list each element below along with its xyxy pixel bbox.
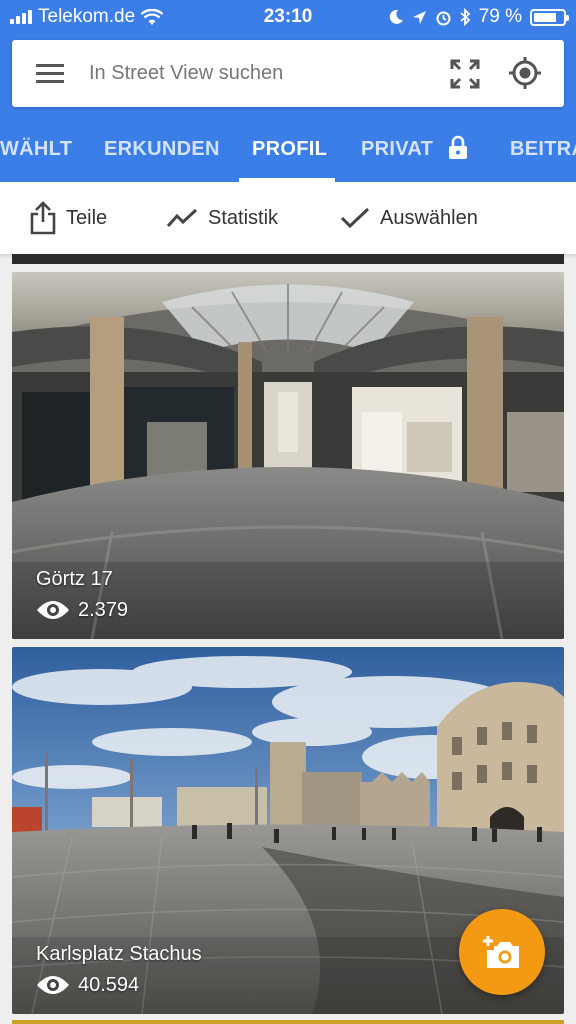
check-icon [340, 207, 370, 229]
status-bar: Telekom.de 23:10 79 % [0, 0, 576, 34]
tab-beitraege[interactable]: BEITRA [510, 138, 576, 161]
fullscreen-icon[interactable] [450, 59, 480, 89]
menu-icon[interactable] [36, 64, 64, 84]
view-count-value: 40.594 [78, 973, 140, 996]
eye-icon [37, 601, 69, 619]
battery-percent: 79 % [478, 6, 522, 27]
share-button[interactable]: Teile [30, 182, 107, 254]
tab-bar: WÄHLT ERKUNDEN PROFIL PRIVAT BEITRA [0, 116, 576, 182]
photo-title: Karlsplatz Stachus [36, 943, 202, 965]
add-photo-button[interactable] [459, 909, 545, 995]
share-icon [30, 201, 56, 235]
view-count: 40.594 [36, 973, 139, 997]
search-input[interactable]: In Street View suchen [89, 62, 283, 85]
photo-title: Görtz 17 [36, 568, 113, 590]
app-header: Telekom.de 23:10 79 % In Street View suc… [0, 0, 576, 182]
view-count-value: 2.379 [78, 598, 129, 621]
location-arrow-icon [412, 10, 426, 24]
search-bar[interactable]: In Street View suchen [12, 40, 564, 107]
next-card-edge [12, 1020, 564, 1024]
alarm-icon [436, 11, 451, 25]
statistics-label: Statistik [208, 206, 279, 229]
select-label: Auswählen [380, 206, 478, 229]
share-label: Teile [66, 206, 108, 229]
statistics-button[interactable]: Statistik [166, 182, 278, 254]
tab-profil[interactable]: PROFIL [252, 138, 327, 161]
tab-gewaehlt[interactable]: WÄHLT [0, 138, 72, 161]
status-right: 79 % [388, 6, 569, 28]
tab-erkunden[interactable]: ERKUNDEN [104, 138, 220, 161]
my-location-icon[interactable] [508, 56, 542, 90]
view-count: 2.379 [36, 598, 128, 622]
previous-card-edge [12, 254, 564, 264]
add-photo-icon [483, 936, 519, 968]
bluetooth-icon [460, 8, 471, 26]
eye-icon [37, 976, 69, 994]
photo-card[interactable]: Görtz 17 2.379 [12, 272, 564, 639]
action-bar: Teile Statistik Auswählen [0, 182, 576, 254]
battery-icon [530, 8, 569, 26]
moon-icon [389, 9, 403, 24]
tab-privat[interactable]: PRIVAT [361, 138, 433, 161]
select-button[interactable]: Auswählen [340, 182, 478, 254]
trend-icon [166, 208, 198, 228]
lock-icon [449, 135, 467, 159]
